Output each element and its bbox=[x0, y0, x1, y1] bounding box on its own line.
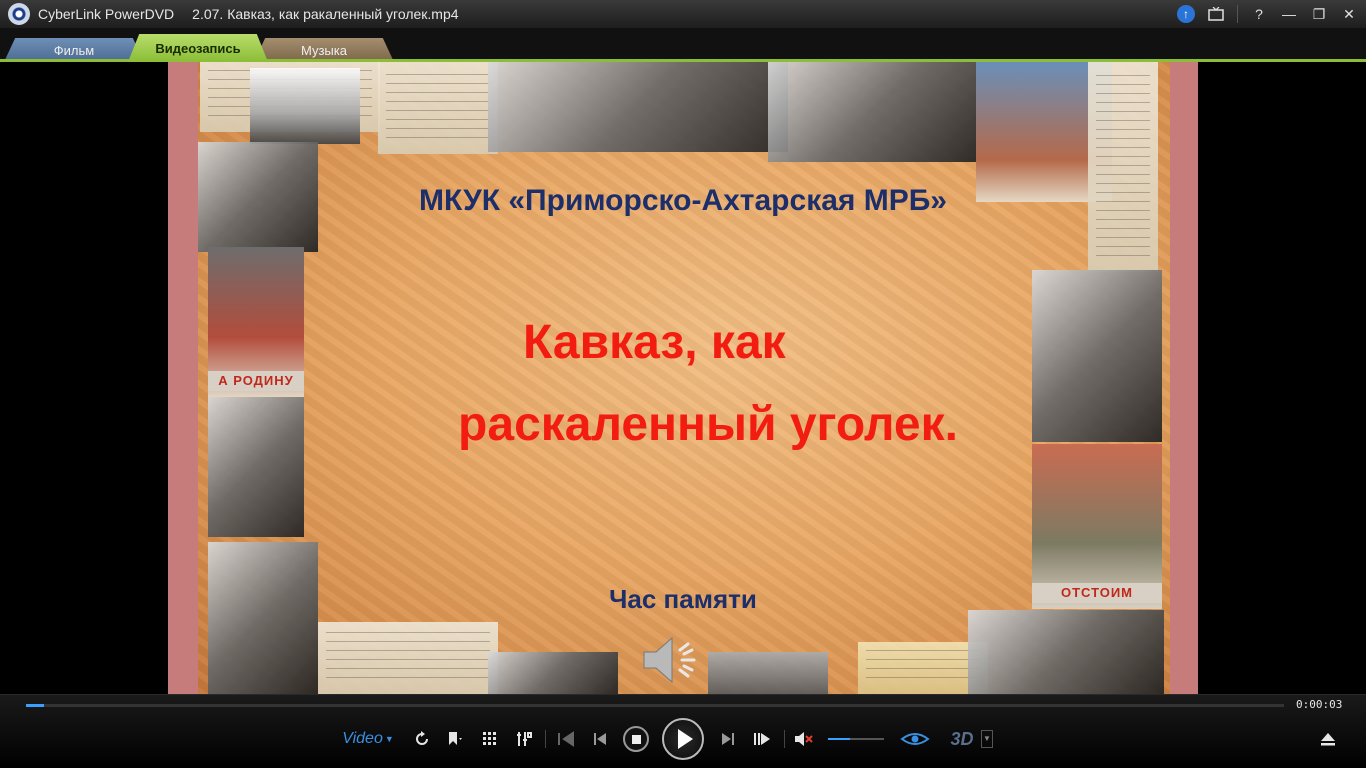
eye-icon[interactable] bbox=[898, 719, 932, 759]
tab-video[interactable]: Видеозапись bbox=[128, 34, 268, 62]
slide-organization: МКУК «Приморско-Ахтарская МРБ» bbox=[419, 184, 947, 217]
volume-slider[interactable] bbox=[828, 738, 884, 740]
mode-tabs: Фильм Музыка Видеозапись bbox=[0, 28, 1366, 62]
play-button[interactable] bbox=[662, 718, 704, 760]
slide-title-line1: Кавказ, как bbox=[523, 316, 786, 369]
slide-subtitle: Час памяти bbox=[609, 584, 757, 614]
repeat-icon[interactable] bbox=[410, 719, 434, 759]
video-frame: А РОДИНУ ОТСТОИМ МКУК «Приморско-Ахтарск… bbox=[168, 62, 1198, 694]
mute-icon[interactable] bbox=[792, 719, 816, 759]
help-button[interactable]: ? bbox=[1250, 5, 1268, 23]
slide-title-line2: раскаленный уголек. bbox=[458, 397, 958, 451]
divider bbox=[1237, 5, 1238, 23]
window-controls: ↑ ? — ❐ ✕ bbox=[1177, 0, 1358, 28]
soldiers-group-photo bbox=[768, 62, 978, 162]
timecode: 0:00:03 bbox=[1296, 698, 1343, 711]
3d-dropdown[interactable]: ▼ bbox=[980, 719, 994, 759]
app-logo-icon bbox=[8, 3, 30, 25]
letter-image bbox=[1088, 62, 1158, 272]
soldiers-photo bbox=[488, 62, 788, 152]
stop-button[interactable] bbox=[622, 719, 650, 759]
war-poster-left: А РОДИНУ bbox=[208, 247, 304, 397]
3d-icon[interactable]: 3D bbox=[948, 719, 976, 759]
tv-mode-icon[interactable] bbox=[1207, 5, 1225, 23]
veteran-photo bbox=[208, 397, 304, 537]
eject-icon[interactable] bbox=[1316, 719, 1340, 759]
video-menu-button[interactable]: Video ▼ bbox=[338, 719, 398, 759]
app-name: CyberLink PowerDVD bbox=[38, 6, 175, 22]
crowd-photo bbox=[488, 652, 618, 694]
video-menu-label: Video bbox=[342, 730, 383, 747]
divider bbox=[545, 730, 546, 748]
seek-bar[interactable] bbox=[26, 704, 1284, 707]
close-button[interactable]: ✕ bbox=[1340, 5, 1358, 23]
minimize-button[interactable]: — bbox=[1280, 5, 1298, 23]
next-icon[interactable] bbox=[716, 719, 740, 759]
speaker-icon[interactable] bbox=[640, 630, 710, 690]
prev-chapter-icon[interactable] bbox=[554, 719, 578, 759]
video-viewport[interactable]: А РОДИНУ ОТСТОИМ МКУК «Приморско-Ахтарск… bbox=[0, 62, 1366, 694]
children-photo bbox=[208, 542, 318, 694]
playback-controls: 0:00:03 Video ▼ 3D ▼ bbox=[0, 694, 1366, 768]
tools-icon[interactable] bbox=[512, 719, 536, 759]
poster-left-caption: А РОДИНУ bbox=[208, 371, 304, 391]
tank-photo bbox=[250, 68, 360, 144]
upgrade-icon[interactable]: ↑ bbox=[1177, 5, 1195, 23]
chevron-down-icon: ▼ bbox=[981, 730, 993, 748]
file-name: 2.07. Кавказ, как ракаленный уголек.mp4 bbox=[192, 6, 459, 22]
portrait-photo bbox=[708, 652, 828, 694]
volume-level bbox=[828, 738, 851, 740]
letter-image bbox=[318, 622, 498, 694]
control-row: Video ▼ 3D ▼ bbox=[0, 718, 1366, 760]
letter-image bbox=[378, 62, 498, 154]
stop-icon bbox=[631, 734, 641, 744]
maximize-button[interactable]: ❐ bbox=[1310, 5, 1328, 23]
chevron-down-icon: ▼ bbox=[384, 734, 394, 744]
play-icon bbox=[677, 729, 693, 749]
grid-icon[interactable] bbox=[478, 719, 502, 759]
divider bbox=[784, 730, 785, 748]
crowd-photo bbox=[968, 610, 1164, 694]
bookmark-icon[interactable] bbox=[442, 719, 466, 759]
next-chapter-icon[interactable] bbox=[750, 719, 774, 759]
prev-icon[interactable] bbox=[588, 719, 612, 759]
slide-title: Кавказ, как раскаленный уголек. bbox=[408, 302, 1008, 465]
officer-photo bbox=[1032, 270, 1162, 442]
title-bar: CyberLink PowerDVD 2.07. Кавказ, как рак… bbox=[0, 0, 1366, 28]
seek-progress bbox=[26, 704, 44, 707]
